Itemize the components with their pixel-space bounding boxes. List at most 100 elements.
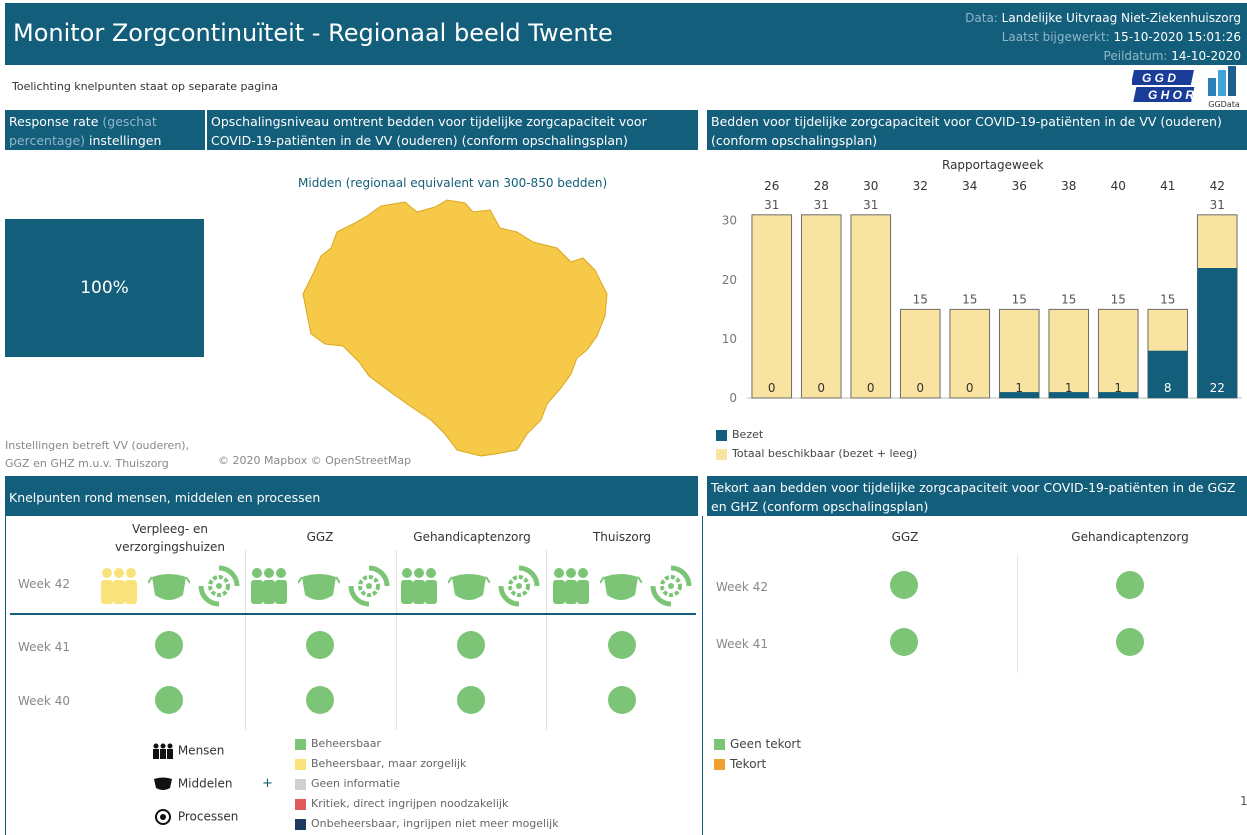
data-label-bezet: 0 xyxy=(768,381,776,395)
status-dot xyxy=(457,686,485,714)
process-gear-icon xyxy=(498,565,540,607)
response-value: 100% xyxy=(80,278,129,298)
knelpunten-col-ggz: GGZ xyxy=(306,530,334,544)
status-legend-label: Beheersbaar xyxy=(311,737,382,750)
knelpunten-divider-3 xyxy=(546,550,547,730)
y-tick-label: 0 xyxy=(729,391,737,405)
people-icon xyxy=(398,565,440,607)
legend-plus: + xyxy=(262,776,273,791)
tekort-ggz-week41-dot xyxy=(890,628,918,656)
mask-icon xyxy=(447,565,491,607)
knelpunten-col-thuiszorg: Thuiszorg xyxy=(592,530,652,544)
status-legend-item: Kritiek, direct ingrijpen noodzakelijk xyxy=(295,797,508,810)
status-legend-label: Beheersbaar, maar zorgelijk xyxy=(311,757,467,770)
tekort-legend-tekort-swatch xyxy=(714,759,725,770)
data-label-bezet: 0 xyxy=(817,381,825,395)
process-gear-icon xyxy=(198,565,240,607)
week42-separator xyxy=(10,613,696,615)
header-meta: Data: Landelijke Uitvraag Niet-Ziekenhui… xyxy=(965,9,1241,66)
status-dot xyxy=(155,686,183,714)
data-label-bezet: 1 xyxy=(1065,381,1073,395)
legend-mensen: Mensen xyxy=(152,743,224,759)
tekort-col-ghz: Gehandicaptenzorg xyxy=(1071,530,1189,544)
chart-legend-bezet: Bezet xyxy=(716,428,763,441)
people-icon xyxy=(248,565,290,607)
knelpunten-col-vv: Verpleeg- en verzorgingshuizen xyxy=(114,522,226,554)
ggd-ghor-logo: G G D G H O R xyxy=(1130,70,1198,102)
response-title-part3: instellingen xyxy=(89,133,162,148)
process-gear-icon xyxy=(348,565,390,607)
tekort-legend-geen-label: Geen tekort xyxy=(730,737,802,751)
data-label-bezet: 0 xyxy=(916,381,924,395)
dashboard: Monitor Zorgcontinuïteit - Regionaal bee… xyxy=(0,0,1247,835)
status-legend-label: Geen informatie xyxy=(311,777,401,790)
mask-icon xyxy=(599,565,643,607)
process-gear-icon xyxy=(650,565,692,607)
tekort-week42-label: Week 42 xyxy=(716,580,768,594)
knelpunten-right-border xyxy=(702,516,703,835)
bar-totaal xyxy=(800,214,842,399)
mask-icon xyxy=(147,565,191,607)
knelpunten-left-border xyxy=(5,516,6,835)
svg-text:G H O R: G H O R xyxy=(1148,88,1194,102)
status-legend-swatch xyxy=(295,818,306,830)
status-legend-item: Beheersbaar, maar zorgelijk xyxy=(295,757,466,770)
x-tick-label: 40 xyxy=(1111,179,1126,193)
data-label-bezet: 1 xyxy=(1015,381,1023,395)
people-icon xyxy=(98,565,140,607)
tekort-title: Tekort aan bedden voor tijdelijke zorgca… xyxy=(707,476,1247,516)
knelpunten-week40-label: Week 40 xyxy=(18,694,70,708)
ggdata-logo-text: GGData xyxy=(1208,100,1240,109)
data-label-totaal: 31 xyxy=(1210,198,1225,212)
map-level-label: Midden (regionaal equivalent van 300-850… xyxy=(298,176,608,190)
tekort-ggz-week42-dot xyxy=(890,571,918,599)
legend-label-totaal: Totaal beschikbaar (bezet + leeg) xyxy=(732,447,918,460)
chart-title: Bedden voor tijdelijke zorgcapaciteit vo… xyxy=(707,110,1247,150)
data-label-bezet: 1 xyxy=(1114,381,1122,395)
data-value: Landelijke Uitvraag Niet-Ziekenhuiszorg xyxy=(1001,11,1241,25)
data-label-totaal: 15 xyxy=(1061,292,1076,306)
knelpunten-week41-label: Week 41 xyxy=(18,640,70,654)
map-title: Opschalingsniveau omtrent bedden voor ti… xyxy=(207,110,698,150)
status-legend-swatch xyxy=(295,738,306,750)
data-label-totaal: 15 xyxy=(1012,292,1027,306)
twente-region-shape xyxy=(302,199,608,457)
legend-processen: Processen xyxy=(152,808,238,826)
twente-region-map[interactable] xyxy=(295,198,615,460)
response-footnote-line2: GGZ en GHZ m.u.v. Thuiszorg xyxy=(5,457,169,470)
data-label-totaal: 31 xyxy=(764,198,779,212)
tekort-ghz-week42-dot xyxy=(1116,571,1144,599)
data-label-totaal: 15 xyxy=(1111,292,1126,306)
legend-mensen-label: Mensen xyxy=(177,743,225,758)
status-dot xyxy=(608,631,636,659)
tekort-col-ggz: GGZ xyxy=(891,530,919,544)
status-legend-item: Onbeheersbaar, ingrijpen niet meer mogel… xyxy=(295,817,559,830)
page-title: Monitor Zorgcontinuïteit - Regionaal bee… xyxy=(13,19,613,47)
tekort-legend-tekort-label: Tekort xyxy=(730,757,767,771)
legend-middelen: Middelen xyxy=(152,776,232,792)
x-tick-label: 36 xyxy=(1012,179,1027,193)
legend-swatch-totaal xyxy=(716,448,727,460)
mask-icon xyxy=(297,565,341,607)
chart-legend-totaal: Totaal beschikbaar (bezet + leeg) xyxy=(716,447,917,460)
status-legend-swatch xyxy=(295,778,306,790)
status-legend-label: Kritiek, direct ingrijpen noodzakelijk xyxy=(311,797,509,810)
data-label-bezet: 0 xyxy=(867,381,875,395)
tekort-legend-tekort: Tekort xyxy=(714,757,766,771)
y-tick-label: 20 xyxy=(722,273,737,287)
status-legend-item: Beheersbaar xyxy=(295,737,381,750)
data-label-bezet: 8 xyxy=(1164,381,1172,395)
subheader-note: Toelichting knelpunten staat op separate… xyxy=(12,80,279,93)
data-label-totaal: 31 xyxy=(863,198,878,212)
bar-totaal xyxy=(850,214,892,399)
legend-label-bezet: Bezet xyxy=(732,428,764,441)
tekort-legend-geen-swatch xyxy=(714,739,725,750)
y-tick-label: 30 xyxy=(722,214,737,228)
tekort-week41-label: Week 41 xyxy=(716,637,768,651)
legend-middelen-label: Middelen xyxy=(177,776,233,791)
status-dot xyxy=(155,631,183,659)
x-tick-label: 30 xyxy=(863,179,878,193)
y-tick-label: 10 xyxy=(722,332,737,346)
x-tick-label: 38 xyxy=(1061,179,1076,193)
updated-label: Laatst bijgewerkt: xyxy=(1001,30,1110,44)
